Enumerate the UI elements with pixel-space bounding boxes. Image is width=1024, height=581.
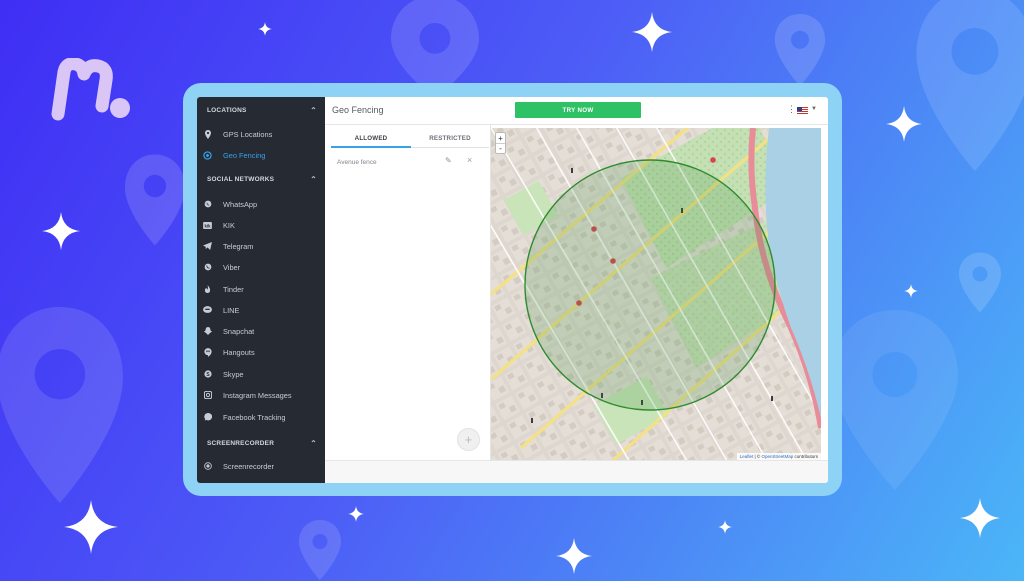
caret-down-icon[interactable]: ▼: [811, 106, 817, 112]
section-header-social-networks[interactable]: SOCIAL NETWORKS ⌃: [207, 173, 317, 185]
sidebar-item-gps-locations[interactable]: GPS Locations: [203, 127, 321, 141]
sparkle-icon: [904, 284, 918, 298]
background-pin-icon: [774, 14, 826, 86]
tab-restricted[interactable]: RESTRICTED: [411, 130, 489, 148]
line-icon: [203, 306, 212, 315]
zoom-out-button[interactable]: -: [496, 143, 505, 153]
messenger-icon: [203, 413, 212, 422]
map-attribution: Leaflet | © OpenStreetMap contributors: [736, 453, 821, 460]
kik-icon: kik: [203, 221, 212, 230]
map-pin-icon: [203, 129, 212, 139]
close-icon[interactable]: ×: [467, 155, 472, 165]
background-pin-icon: [0, 307, 123, 503]
sparkle-icon: [886, 106, 922, 142]
sidebar-item-line[interactable]: LINE: [203, 303, 321, 317]
background-pin-icon: [916, 0, 1024, 171]
background-pin-icon: [124, 154, 186, 246]
geofence-circle: [524, 159, 776, 411]
sidebar: LOCATIONS ⌃ GPS Locations Geo Fencing SO…: [197, 97, 325, 483]
background-pin-icon: [832, 310, 958, 490]
sparkle-icon: [632, 12, 672, 52]
sparkle-icon: [556, 538, 592, 574]
svg-text:S: S: [206, 372, 210, 378]
fence-panel: ALLOWED RESTRICTED Avenue fence ✎ × +: [325, 125, 491, 460]
sidebar-item-hangouts[interactable]: Hangouts: [203, 345, 321, 359]
sidebar-item-screenrecorder[interactable]: Screenrecorder: [203, 459, 321, 473]
tinder-icon: [203, 284, 212, 294]
telegram-icon: [203, 242, 212, 251]
app-screen: LOCATIONS ⌃ GPS Locations Geo Fencing SO…: [197, 97, 828, 483]
sparkle-icon: [718, 520, 732, 534]
chevron-up-icon: ⌃: [310, 174, 317, 184]
sidebar-item-whatsapp[interactable]: WhatsApp: [203, 197, 321, 211]
sparkle-icon: [42, 212, 80, 250]
sidebar-item-tinder[interactable]: Tinder: [203, 282, 321, 296]
sparkle-icon: [258, 22, 272, 36]
openstreetmap-link[interactable]: OpenStreetMap: [761, 454, 793, 459]
tab-allowed[interactable]: ALLOWED: [331, 130, 411, 148]
sidebar-item-geo-fencing[interactable]: Geo Fencing: [203, 148, 321, 162]
zoom-in-button[interactable]: +: [496, 133, 505, 143]
page-title: Geo Fencing: [332, 105, 384, 115]
snapchat-icon: [203, 327, 212, 336]
sidebar-item-snapchat[interactable]: Snapchat: [203, 324, 321, 338]
sparkle-icon: [64, 500, 118, 554]
geofence-icon: [203, 150, 212, 160]
sidebar-item-viber[interactable]: Viber: [203, 260, 321, 274]
section-header-locations[interactable]: LOCATIONS ⌃: [207, 104, 317, 116]
whatsapp-icon: [203, 200, 212, 209]
svg-text:kik: kik: [204, 223, 211, 228]
fence-list-item[interactable]: Avenue fence ✎ ×: [337, 155, 485, 168]
skype-icon: S: [203, 370, 212, 379]
section-header-screenrecorder[interactable]: SCREENRECORDER ⌃: [207, 437, 317, 449]
pencil-icon[interactable]: ✎: [445, 156, 452, 165]
sidebar-item-facebook-tracking[interactable]: Facebook Tracking: [203, 410, 321, 424]
add-fence-button[interactable]: +: [457, 428, 480, 451]
chevron-up-icon: ⌃: [310, 105, 317, 115]
us-flag-icon[interactable]: [797, 107, 808, 114]
record-icon: [203, 462, 212, 471]
top-bar: Geo Fencing TRY NOW ⋮ ▼: [325, 97, 828, 125]
fence-name: Avenue fence: [337, 158, 377, 166]
hangouts-icon: [203, 347, 212, 357]
more-options-icon[interactable]: ⋮: [787, 104, 796, 115]
try-now-button[interactable]: TRY NOW: [515, 102, 641, 118]
leaflet-link[interactable]: Leaflet: [740, 454, 754, 459]
sparkle-icon: [960, 498, 1000, 538]
mspy-logo-icon: [51, 58, 130, 121]
instagram-icon: [203, 391, 212, 400]
background-pin-icon: [299, 520, 341, 580]
map-view[interactable]: + - Leaflet | © OpenStreetMap contributo…: [491, 128, 821, 460]
chevron-up-icon: ⌃: [310, 438, 317, 448]
map-tiles: [491, 128, 821, 460]
sidebar-item-skype[interactable]: S Skype: [203, 367, 321, 381]
viber-icon: [203, 263, 212, 272]
zoom-control: + -: [495, 132, 506, 154]
sparkle-icon: [348, 506, 364, 522]
bottom-strip: [325, 460, 828, 483]
sidebar-item-telegram[interactable]: Telegram: [203, 239, 321, 253]
sidebar-item-instagram-messages[interactable]: Instagram Messages: [203, 388, 321, 402]
sidebar-item-kik[interactable]: kik KIK: [203, 218, 321, 232]
